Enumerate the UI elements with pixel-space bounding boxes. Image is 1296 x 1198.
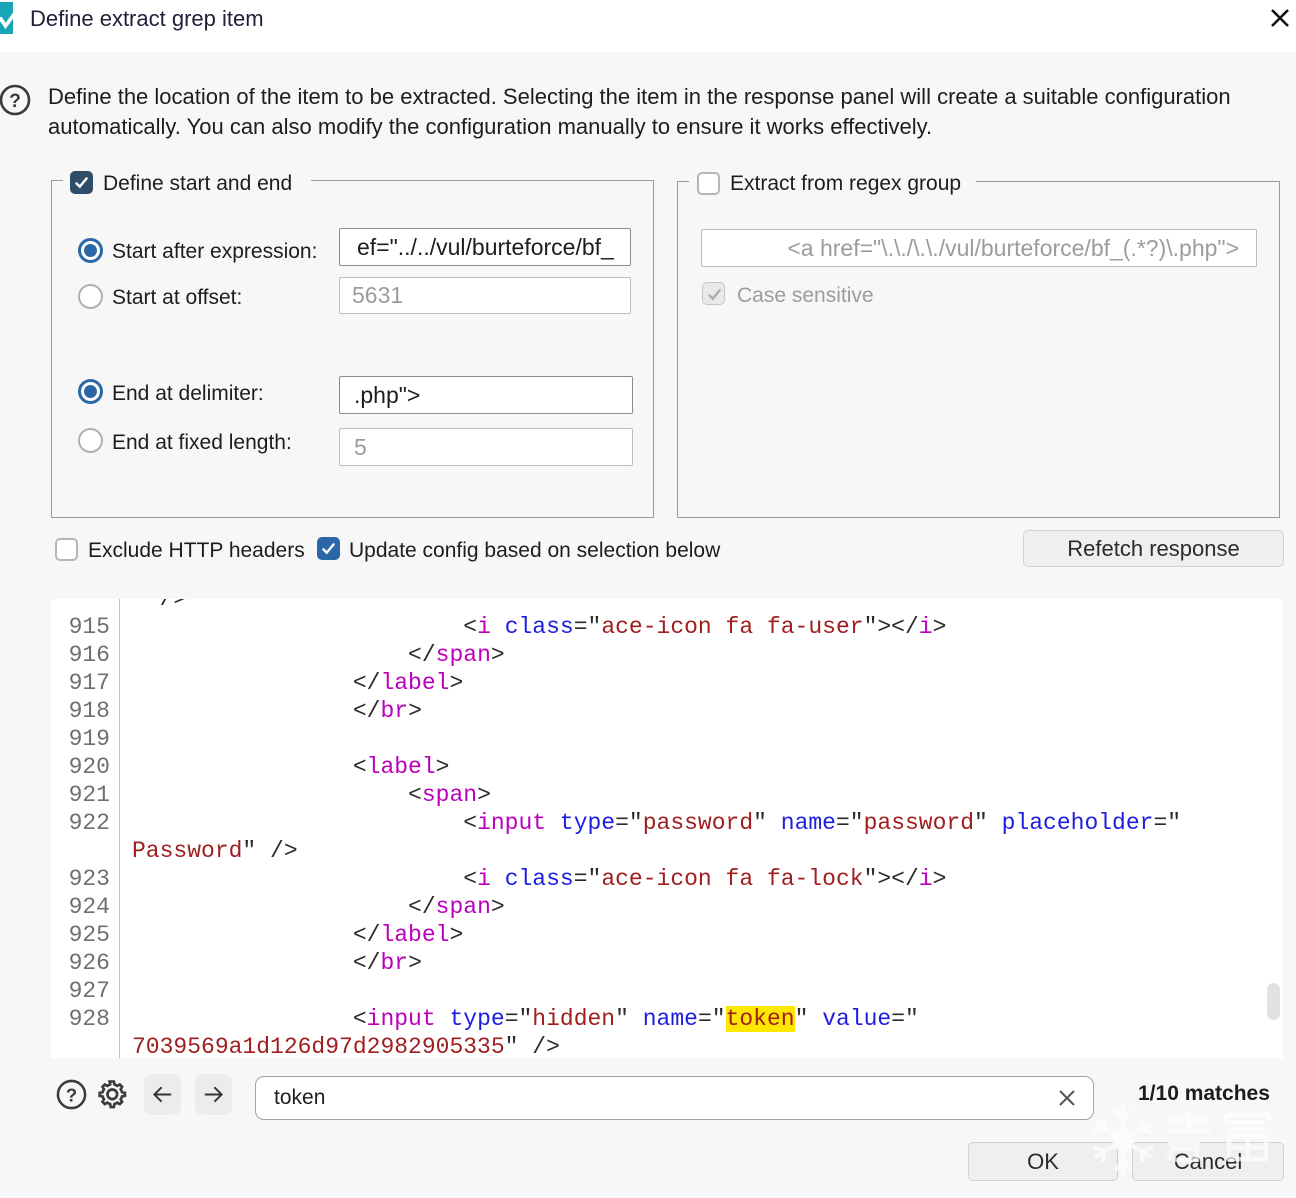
svg-text:?: ? — [66, 1084, 77, 1105]
svg-text:?: ? — [9, 91, 21, 112]
